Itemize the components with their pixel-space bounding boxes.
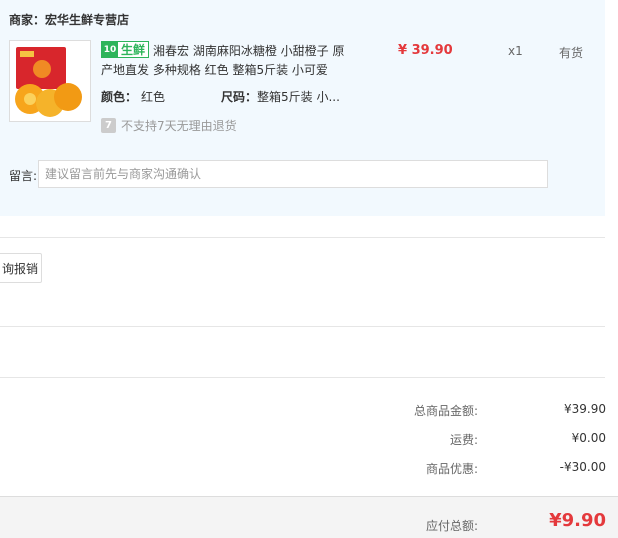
fresh-tag: 10 生鲜 bbox=[101, 41, 150, 58]
goods-total-row: 总商品金额: ¥39.90 bbox=[0, 402, 618, 422]
discount-label: 商品优惠: bbox=[425, 462, 478, 476]
fresh-tag-label: 生鲜 bbox=[121, 43, 146, 57]
color-attr: 颜色： 红色 bbox=[101, 88, 165, 105]
shop-name[interactable]: 商家：宏华生鲜专营店 bbox=[9, 11, 129, 28]
divider bbox=[0, 326, 605, 327]
reimburse-button[interactable]: 询报销 bbox=[0, 253, 42, 283]
color-label: 颜色： bbox=[101, 90, 138, 104]
payable-total-bar: 应付总额: ¥9.90 bbox=[0, 496, 618, 538]
color-value: 红色 bbox=[141, 90, 166, 104]
shipping-value: ¥0.00 bbox=[571, 431, 606, 445]
memo-input[interactable] bbox=[38, 160, 548, 188]
size-label: 尺码： bbox=[221, 90, 258, 104]
size-value: 整箱5斤装 小... bbox=[257, 90, 340, 104]
payable-total-label: 应付总额: bbox=[425, 519, 478, 533]
shipping-row: 运费: ¥0.00 bbox=[0, 431, 618, 451]
seven-day-icon: 7 bbox=[101, 118, 116, 133]
stock-status: 有货 bbox=[559, 46, 584, 60]
divider bbox=[0, 237, 605, 238]
no-return-notice: 7 不支持7天无理由退货 bbox=[101, 117, 237, 134]
orange-box-image bbox=[10, 41, 90, 121]
shipping-label: 运费: bbox=[449, 433, 478, 447]
item-price: ¥ 39.90 bbox=[398, 43, 453, 58]
memo-label: 留言: bbox=[9, 169, 38, 183]
divider bbox=[0, 377, 605, 378]
shop-panel: 商家：宏华生鲜专营店 湘春宏 湖南麻阳冰糖橙 小甜橙子 原产地直发 多种规格 红… bbox=[0, 0, 605, 216]
payable-total-value: ¥9.90 bbox=[549, 510, 606, 531]
discount-value: -¥30.00 bbox=[559, 460, 606, 474]
fresh-icon: 10 bbox=[102, 42, 118, 57]
goods-total-value: ¥39.90 bbox=[564, 402, 606, 416]
item-quantity: x1 bbox=[508, 44, 523, 58]
size-attr: 尺码：整箱5斤装 小... bbox=[221, 88, 340, 105]
no-return-text: 不支持7天无理由退货 bbox=[121, 119, 237, 133]
discount-row: 商品优惠: -¥30.00 bbox=[0, 460, 618, 480]
product-thumbnail[interactable] bbox=[9, 40, 91, 122]
goods-total-label: 总商品金额: bbox=[413, 404, 478, 418]
